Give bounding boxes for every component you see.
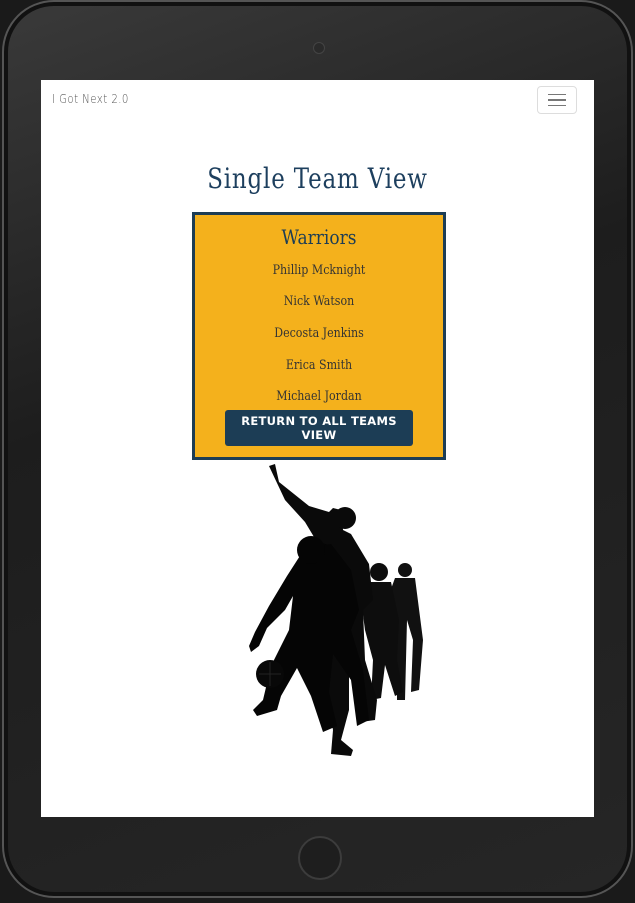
tablet-frame: I Got Next 2.0 Single Team View Warriors… [2, 0, 633, 898]
camera-icon [313, 42, 325, 54]
basketball-players-silhouette-icon [249, 464, 423, 756]
return-to-all-teams-button[interactable]: RETURN TO ALL TEAMS VIEW [225, 410, 413, 446]
hamburger-menu-icon[interactable] [537, 86, 577, 114]
navbar-brand[interactable]: I Got Next 2.0 [52, 92, 129, 106]
player-name: Michael Jordan [276, 389, 362, 404]
player-name: Nick Watson [283, 294, 355, 309]
team-name: Warriors [281, 225, 357, 249]
app-screen: I Got Next 2.0 Single Team View Warriors… [41, 80, 594, 817]
navbar: I Got Next 2.0 [41, 80, 594, 122]
home-button[interactable] [298, 836, 342, 880]
player-name: Erica Smith [285, 358, 353, 373]
player-name: Decosta Jenkins [274, 326, 364, 341]
player-name: Phillip Mcknight [272, 263, 366, 278]
team-card: Warriors Phillip Mcknight Nick Watson De… [192, 212, 446, 460]
page-title: Single Team View [207, 162, 428, 195]
